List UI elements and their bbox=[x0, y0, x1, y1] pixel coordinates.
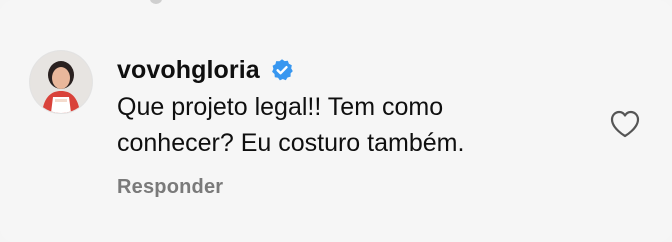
username[interactable]: vovohgloria bbox=[117, 56, 260, 85]
reply-button[interactable]: Responder bbox=[117, 176, 223, 199]
cropped-dot-icon bbox=[150, 0, 162, 4]
verified-badge-icon bbox=[271, 59, 293, 81]
heart-outline-icon[interactable] bbox=[609, 109, 641, 139]
avatar-image bbox=[30, 51, 92, 113]
avatar[interactable] bbox=[30, 51, 92, 113]
comment-card: vovohgloria Que projeto legal!! Tem como… bbox=[0, 0, 672, 242]
username-row: vovohgloria bbox=[117, 53, 294, 87]
comment-text: Que projeto legal!! Tem como conhecer? E… bbox=[117, 93, 465, 157]
